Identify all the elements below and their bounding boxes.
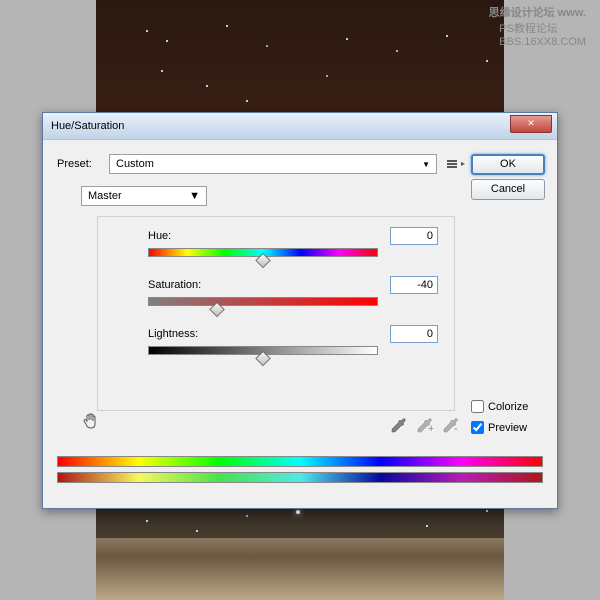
channel-dropdown[interactable]: Master ▼ [81, 186, 207, 206]
svg-text:-: - [454, 423, 458, 433]
watermark-top: 思缘设计论坛 www. [489, 4, 586, 20]
eyedropper-minus-icon[interactable]: - [443, 417, 459, 433]
svg-text:+: + [428, 423, 433, 433]
ok-button[interactable]: OK [471, 154, 545, 175]
colorize-label: Colorize [488, 401, 528, 413]
preset-label: Preset: [57, 158, 103, 170]
hue-saturation-dialog: Hue/Saturation ✕ Preset: Custom ▼ Master… [42, 112, 558, 509]
preview-label: Preview [488, 422, 527, 434]
watermark-bottom: PS教程论坛 BBS.16XX8.COM [499, 20, 586, 48]
hue-label: Hue: [148, 230, 171, 242]
saturation-slider[interactable] [148, 297, 378, 311]
saturation-input[interactable] [390, 276, 438, 294]
colorize-checkbox[interactable] [471, 400, 484, 413]
sliders-panel: Hue: Saturation: [97, 216, 455, 411]
canvas-terrain [96, 538, 504, 600]
eyedropper-plus-icon[interactable]: + [417, 417, 433, 433]
preview-checkbox[interactable] [471, 421, 484, 434]
chevron-down-icon: ▼ [189, 190, 200, 202]
close-button[interactable]: ✕ [510, 115, 552, 133]
lightness-label: Lightness: [148, 328, 198, 340]
channel-value: Master [88, 190, 122, 202]
eyedropper-icon[interactable] [391, 417, 407, 433]
dialog-title: Hue/Saturation [51, 120, 124, 132]
saturation-label: Saturation: [148, 279, 201, 291]
spectrum-before [57, 456, 543, 467]
chevron-down-icon: ▼ [422, 160, 430, 169]
hand-tool-icon[interactable] [81, 411, 103, 438]
preset-dropdown[interactable]: Custom ▼ [109, 154, 437, 174]
preset-menu-icon[interactable] [443, 156, 461, 172]
cancel-button[interactable]: Cancel [471, 179, 545, 200]
lightness-input[interactable] [390, 325, 438, 343]
titlebar[interactable]: Hue/Saturation ✕ [43, 113, 557, 140]
spectrum-after [57, 472, 543, 483]
hue-input[interactable] [390, 227, 438, 245]
hue-slider[interactable] [148, 248, 378, 262]
preset-value: Custom [116, 158, 154, 170]
spectrum-strips [43, 456, 557, 483]
lightness-slider[interactable] [148, 346, 378, 360]
